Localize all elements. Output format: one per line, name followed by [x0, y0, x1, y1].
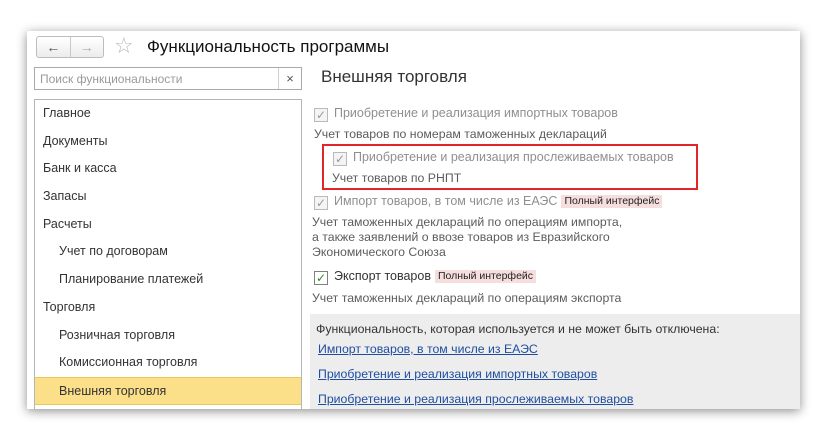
sidebar-item-foreign-trade[interactable]: Внешняя торговля — [35, 376, 301, 405]
import-goods-checkbox[interactable]: ✓ — [314, 108, 328, 122]
always-on-heading: Функциональность, которая используется и… — [316, 322, 720, 336]
search-input[interactable] — [35, 68, 278, 89]
sidebar-item-contract-accounting[interactable]: Учет по договорам — [35, 238, 301, 266]
option-traceable-goods[interactable]: ✓ Приобретение и реализация прослеживаемы… — [333, 150, 674, 166]
section-title: Внешняя торговля — [321, 67, 467, 86]
export-goods-checkbox[interactable]: ✓ — [314, 271, 328, 285]
export-goods-label: Экспорт товаров — [334, 269, 431, 283]
link-import-eaeu[interactable]: Импорт товаров, в том числе из ЕАЭС — [318, 342, 538, 356]
section-list: Главное Документы Банк и касса Запасы Ра… — [34, 99, 302, 409]
window-title: Функциональность программы — [147, 37, 390, 56]
import-goods-label: Приобретение и реализация импортных това… — [334, 106, 618, 120]
sidebar-item-commission[interactable]: Комиссионная торговля — [35, 349, 301, 377]
clear-search-button[interactable]: × — [278, 68, 301, 89]
forward-arrow-icon: → — [79, 39, 94, 55]
sidebar-item-documents[interactable]: Документы — [35, 128, 301, 156]
forward-button[interactable]: → — [69, 37, 104, 57]
import-eaeu-label: Импорт товаров, в том числе из ЕАЭС — [334, 194, 558, 208]
sidebar-item-inventory[interactable]: Запасы — [35, 183, 301, 211]
sidebar-item-main[interactable]: Главное — [35, 100, 301, 128]
close-icon: × — [286, 71, 294, 86]
app-window: ← → ☆ Функциональность программы × Главн… — [27, 31, 800, 409]
full-interface-badge: Полный интерфейс — [434, 270, 537, 283]
import-goods-description: Учет товаров по номерам таможенных декла… — [314, 127, 607, 141]
import-eaeu-description: Учет таможенных деклараций по операциям … — [312, 215, 623, 259]
full-interface-badge: Полный интерфейс — [561, 195, 663, 208]
traceable-goods-checkbox[interactable]: ✓ — [333, 152, 347, 166]
import-eaeu-checkbox[interactable]: ✓ — [314, 196, 328, 210]
option-import-eaeu[interactable]: ✓ Импорт товаров, в том числе из ЕАЭС Полн… — [314, 194, 663, 210]
sidebar-item-trade[interactable]: Торговля — [35, 294, 301, 322]
sidebar-item-retail[interactable]: Розничная торговля — [35, 322, 301, 350]
option-export-goods[interactable]: ✓ Экспорт товаров Полный интерфейс — [314, 269, 537, 285]
link-traceable-goods[interactable]: Приобретение и реализация прослеживаемых… — [318, 392, 633, 406]
back-arrow-icon: ← — [46, 39, 61, 55]
always-on-panel: Функциональность, которая используется и… — [310, 314, 800, 409]
back-button[interactable]: ← — [37, 37, 70, 57]
link-import-goods[interactable]: Приобретение и реализация импортных това… — [318, 367, 597, 381]
search-box: × — [34, 67, 302, 90]
favorite-star-icon[interactable]: ☆ — [114, 34, 134, 58]
sidebar-item-settlements[interactable]: Расчеты — [35, 211, 301, 239]
traceable-goods-label: Приобретение и реализация прослеживаемых… — [353, 150, 674, 164]
option-import-goods[interactable]: ✓ Приобретение и реализация импортных тов… — [314, 106, 618, 122]
traceable-goods-description: Учет товаров по РНПТ — [332, 171, 462, 185]
sidebar-item-payment-planning[interactable]: Планирование платежей — [35, 266, 301, 294]
history-nav: ← → — [36, 36, 104, 58]
title-bar: ← → ☆ Функциональность программы — [27, 31, 800, 63]
sidebar-item-bank-cash[interactable]: Банк и касса — [35, 155, 301, 183]
export-goods-description: Учет таможенных деклараций по операциям … — [312, 291, 622, 305]
